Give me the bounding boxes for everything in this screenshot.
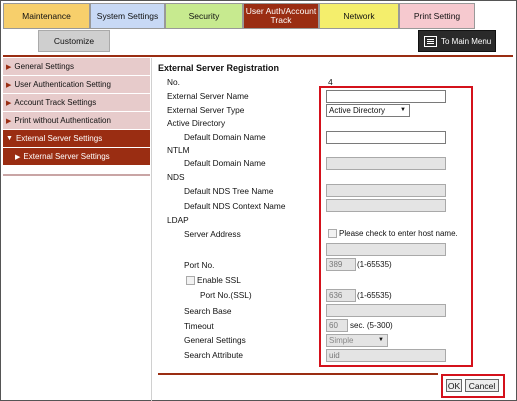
- form-bottom-divider: [158, 373, 438, 375]
- ok-button[interactable]: OK: [446, 379, 462, 392]
- arrow-right-icon: ▶: [6, 63, 12, 71]
- sidebar-item-print-without-auth[interactable]: ▶ Print without Authentication: [3, 112, 150, 129]
- ldap-section: LDAP: [167, 215, 189, 225]
- enable-ssl-label: Enable SSL: [197, 275, 241, 285]
- timeout-label: Timeout: [184, 321, 214, 331]
- page-title: External Server Registration: [158, 63, 280, 73]
- main-menu-icon: [424, 35, 437, 47]
- sidebar-item-label: Account Track Settings: [14, 98, 97, 107]
- tab-user-auth-account-track[interactable]: User Auth/Account Track: [243, 3, 319, 29]
- no-label: No.: [167, 77, 180, 87]
- external-server-type-label: External Server Type: [167, 105, 245, 115]
- sidebar-item-label: User Authentication Setting: [14, 80, 111, 89]
- to-main-menu-button[interactable]: To Main Menu: [418, 30, 496, 52]
- ntlm-section: NTLM: [167, 145, 190, 155]
- tab-print-setting[interactable]: Print Setting: [399, 3, 475, 29]
- search-attribute-label: Search Attribute: [184, 350, 244, 360]
- sidebar-item-label: General Settings: [14, 62, 74, 71]
- sidebar-item-account-track[interactable]: ▶ Account Track Settings: [3, 94, 150, 111]
- cancel-button[interactable]: Cancel: [465, 379, 499, 392]
- sidebar-separator: [151, 58, 152, 401]
- enable-ssl-checkbox[interactable]: [186, 276, 195, 285]
- tab-maintenance[interactable]: Maintenance: [3, 3, 90, 29]
- top-tab-bar: Maintenance System Settings Security Use…: [3, 3, 513, 29]
- port-label: Port No.: [184, 260, 215, 270]
- ntlm-domain-label: Default Domain Name: [184, 158, 266, 168]
- arrow-right-icon: ▶: [15, 153, 21, 161]
- header-divider: [3, 55, 513, 57]
- sidebar-subitem-external-server-settings[interactable]: ▶ External Server Settings: [3, 148, 150, 165]
- sub-toolbar: Customize To Main Menu: [0, 30, 517, 52]
- arrow-down-icon: ▼: [6, 135, 13, 142]
- sidebar-item-external-server-settings[interactable]: ▼ External Server Settings: [3, 130, 150, 147]
- sidebar-divider: [3, 174, 150, 176]
- sidebar: ▶ General Settings ▶ User Authentication…: [3, 58, 150, 176]
- sidebar-item-label: External Server Settings: [15, 134, 103, 143]
- arrow-right-icon: ▶: [6, 99, 12, 107]
- input-highlight-frame: [319, 86, 473, 367]
- ssl-port-label: Port No.(SSL): [200, 290, 252, 300]
- tab-system-settings[interactable]: System Settings: [90, 3, 165, 29]
- ad-domain-label: Default Domain Name: [184, 132, 266, 142]
- nds-tree-label: Default NDS Tree Name: [184, 186, 274, 196]
- sidebar-item-label: External Server Settings: [23, 152, 110, 161]
- sidebar-item-user-authentication[interactable]: ▶ User Authentication Setting: [3, 76, 150, 93]
- general-settings-label: General Settings: [184, 335, 246, 345]
- arrow-right-icon: ▶: [6, 81, 12, 89]
- nds-context-label: Default NDS Context Name: [184, 201, 286, 211]
- active-directory-section: Active Directory: [167, 118, 226, 128]
- tab-security[interactable]: Security: [165, 3, 243, 29]
- tab-network[interactable]: Network: [319, 3, 399, 29]
- external-server-name-label: External Server Name: [167, 91, 249, 101]
- sidebar-item-label: Print without Authentication: [14, 116, 111, 125]
- customize-button[interactable]: Customize: [38, 30, 110, 52]
- sidebar-item-general-settings[interactable]: ▶ General Settings: [3, 58, 150, 75]
- search-base-label: Search Base: [184, 306, 232, 316]
- nds-section: NDS: [167, 172, 185, 182]
- arrow-right-icon: ▶: [6, 117, 12, 125]
- server-address-label: Server Address: [184, 229, 241, 239]
- to-main-menu-label: To Main Menu: [441, 36, 492, 46]
